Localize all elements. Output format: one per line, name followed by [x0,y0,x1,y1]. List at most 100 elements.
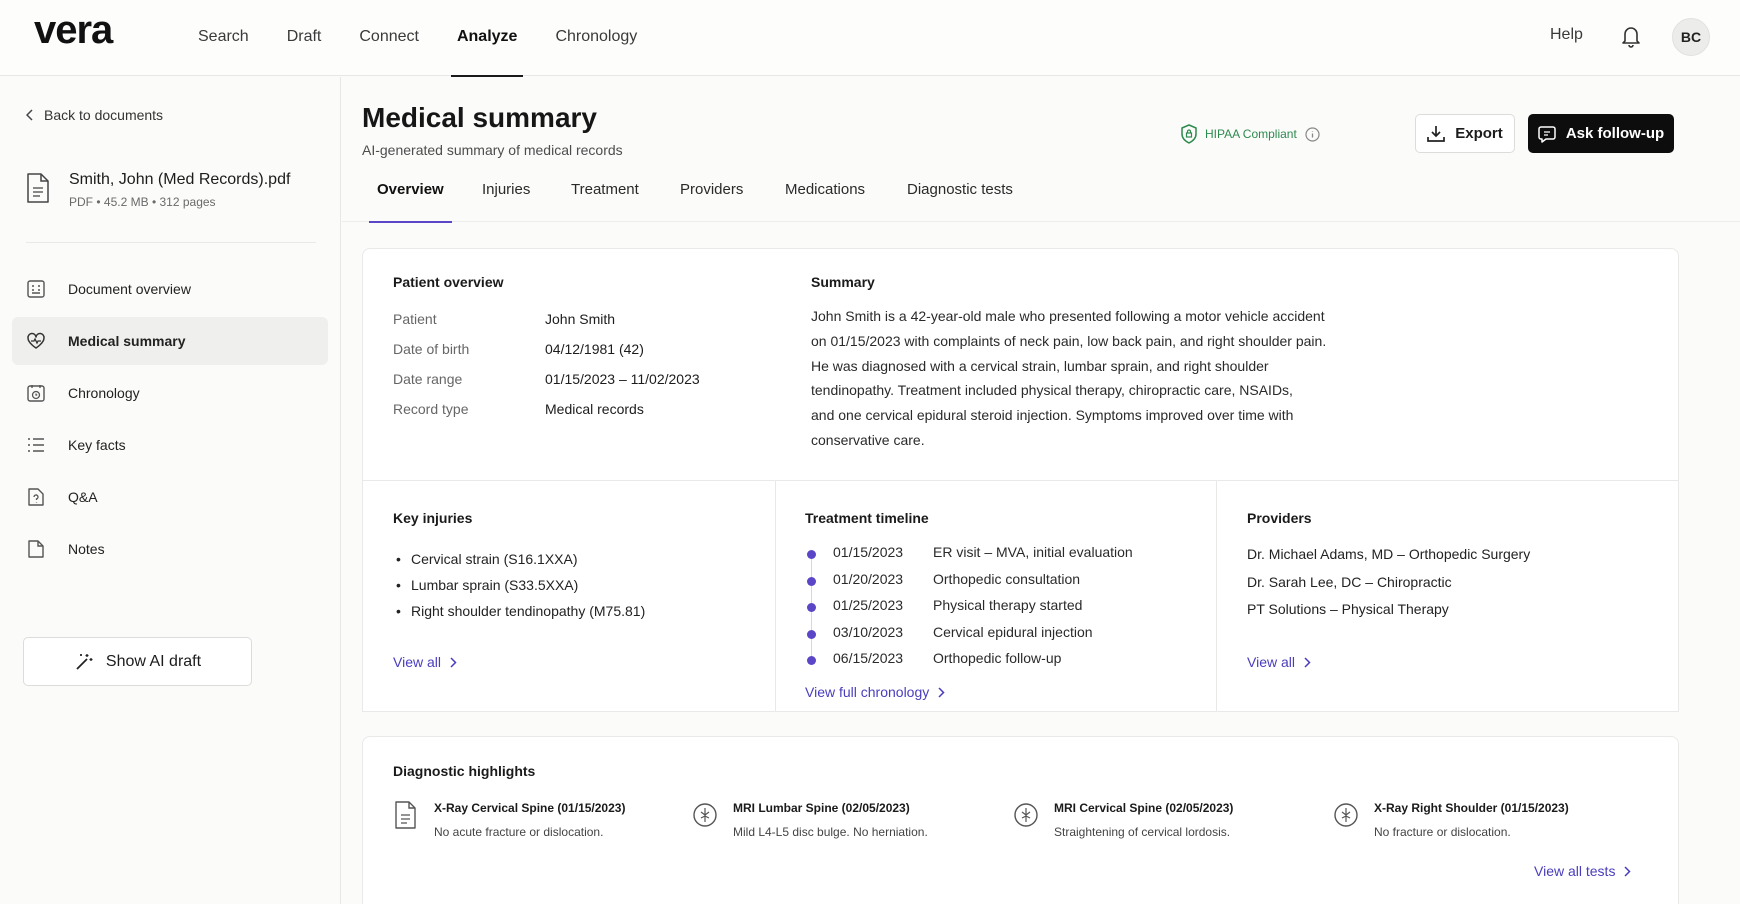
summary-line: tendinopathy. Treatment included physica… [811,382,1293,399]
tab-overview[interactable]: Overview [369,176,452,223]
tab-treatment[interactable]: Treatment [571,176,639,222]
timeline-event: 06/15/2023 Orthopedic follow-up [805,650,1205,677]
sidebar-item-document-overview[interactable]: Document overview [12,265,328,313]
treatment-timeline: 01/15/2023 ER visit – MVA, initial evalu… [805,544,1205,677]
sidebar-item-label: Chronology [68,385,140,401]
nav-chronology[interactable]: Chronology [537,0,655,76]
diagnostic-title: X-Ray Right Shoulder (01/15/2023) [1374,801,1569,815]
sidebar-menu: Document overview Medical summary Chrono… [12,265,328,577]
document-question-icon [26,487,46,507]
show-ai-draft-button[interactable]: Show AI draft [23,637,252,686]
sidebar-item-notes[interactable]: Notes [12,525,328,573]
sidebar-item-qa[interactable]: Q&A [12,473,328,521]
summary-line: and one cervical epidural steroid inject… [811,407,1294,424]
timeline-event: 03/10/2023 Cervical epidural injection [805,624,1205,651]
provider-item: Dr. Sarah Lee, DC – Chiropractic [1247,573,1452,590]
view-all-tests-link[interactable]: View all tests [1534,863,1632,879]
tab-providers[interactable]: Providers [680,176,743,222]
view-full-chronology-label: View full chronology [805,684,930,700]
avatar[interactable]: BC [1672,18,1710,56]
diagnostic-title: X-Ray Cervical Spine (01/15/2023) [434,801,626,815]
sidebar-item-key-facts[interactable]: Key facts [12,421,328,469]
record-type-value: Medical records [545,401,644,417]
note-icon [26,539,46,559]
event-date: 06/15/2023 [833,650,904,667]
diagnostic-result: Straightening of cervical lordosis. [1054,825,1231,839]
diagnostic-result: No acute fracture or dislocation. [434,825,604,839]
view-full-chronology-link[interactable]: View full chronology [805,684,945,700]
back-to-documents-link[interactable]: Back to documents [26,107,163,123]
event-date: 01/25/2023 [833,597,904,614]
timeline-dot [807,576,816,586]
patient-value: John Smith [545,311,616,327]
dob-label: Date of birth [393,341,470,357]
nav-draft[interactable]: Draft [269,0,340,76]
list-icon [26,435,46,455]
file-type: PDF [69,195,93,209]
view-all-tests-label: View all tests [1534,863,1616,879]
providers-heading: Providers [1247,510,1312,526]
nav-connect[interactable]: Connect [341,0,437,76]
summary-tabs: Overview Injuries Treatment Providers Me… [342,176,1740,223]
download-icon [1427,125,1446,142]
hipaa-label: HIPAA Compliant [1205,127,1297,141]
sidebar: Back to documents Smith, John (Med Recor… [0,77,341,904]
sidebar-item-label: Key facts [68,437,126,453]
chevron-right-icon [938,686,945,698]
view-all-label: View all [393,654,441,670]
file-name: Smith, John (Med Records).pdf [69,171,291,188]
timeline-event: 01/20/2023 Orthopedic consultation [805,571,1205,598]
sidebar-item-chronology[interactable]: Chronology [12,369,328,417]
page-subtitle: AI-generated summary of medical records [362,142,623,158]
providers-view-all-link[interactable]: View all [1247,654,1311,670]
sidebar-item-medical-summary[interactable]: Medical summary [12,317,328,365]
summary-text: John Smith is a 42-year-old male who pre… [811,304,1371,453]
file-meta: PDF • 45.2 MB • 312 pages [69,195,216,209]
main-content: Medical summary AI-generated summary of … [342,77,1740,904]
bell-icon[interactable] [1620,24,1644,50]
help-link[interactable]: Help [1550,26,1583,44]
file-pages: 312 pages [159,195,216,209]
info-icon[interactable] [1305,126,1320,142]
app-window: vera Search Draft Connect Analyze Chrono… [0,0,1740,904]
main-nav: Search Draft Connect Analyze Chronology [180,0,657,77]
chevron-left-icon [26,109,33,121]
patient-overview-card: Patient overview Patient John Smith Date… [362,248,1679,481]
summary-line: He was diagnosed with a cervical strain,… [811,357,1269,374]
patient-overview-heading: Patient overview [393,274,504,290]
tab-medications[interactable]: Medications [785,176,865,222]
view-all-label: View all [1247,654,1295,670]
injuries-view-all-link[interactable]: View all [393,654,457,670]
sidebar-item-label: Notes [68,541,105,557]
meta-separator: • [96,195,104,209]
vera-logo[interactable]: vera [34,8,113,53]
diagnostic-title: MRI Lumbar Spine (02/05/2023) [733,801,910,815]
summary-line: on 01/15/2023 with complaints of neck pa… [811,332,1327,349]
timeline-dot [807,603,816,613]
tab-diagnostic-tests[interactable]: Diagnostic tests [907,176,1013,222]
list-item: Lumbar sprain (S33.5XXA) [393,577,645,603]
diagnostic-result: Mild L4-L5 disc bulge. No herniation. [733,825,928,839]
sidebar-item-label: Document overview [68,281,191,297]
back-label: Back to documents [44,107,164,123]
nav-search[interactable]: Search [180,0,267,76]
scan-icon [1014,803,1038,827]
chat-bubble-icon [1538,125,1556,143]
nav-analyze[interactable]: Analyze [439,0,535,77]
provider-item: PT Solutions – Physical Therapy [1247,601,1449,617]
diagnostic-highlights-card: Diagnostic highlights X-Ray Cervical Spi… [362,736,1679,904]
date-range-label: Date range [393,371,463,387]
event-description: Cervical epidural injection [933,623,1093,640]
providers-list: Dr. Michael Adams, MD – Orthopedic Surge… [1247,546,1530,629]
column-divider [1216,481,1217,711]
list-item: Cervical strain (S16.1XXA) [393,551,645,577]
treatment-timeline-heading: Treatment timeline [805,510,929,526]
diagnostic-result: No fracture or dislocation. [1374,825,1511,839]
timeline-dot [807,629,816,639]
tab-injuries[interactable]: Injuries [482,176,530,222]
export-button[interactable]: Export [1415,114,1515,153]
record-type-label: Record type [393,401,469,417]
file-icon [27,173,49,203]
timeline-event: 01/15/2023 ER visit – MVA, initial evalu… [805,544,1205,571]
ask-follow-up-button[interactable]: Ask follow-up [1528,114,1674,153]
